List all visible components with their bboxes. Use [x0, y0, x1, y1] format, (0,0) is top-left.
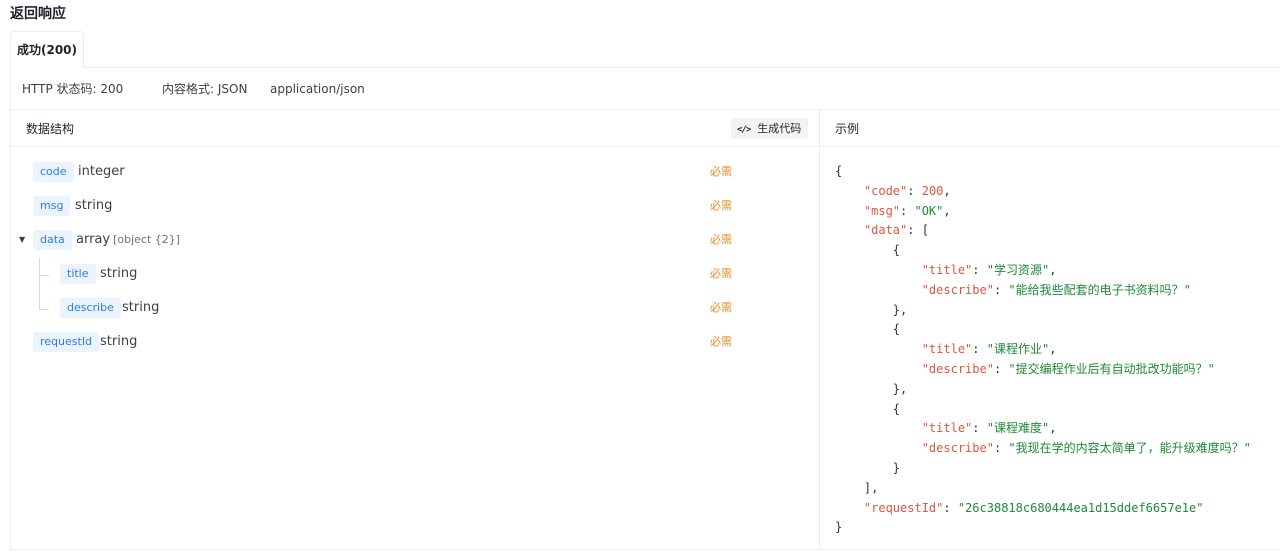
code-line: "title": "课程难度",	[921, 421, 1057, 436]
field-type-label: integer	[78, 164, 125, 179]
tree-connector	[39, 258, 40, 310]
generate-code-label: 生成代码	[757, 122, 802, 135]
tree-connector	[39, 275, 49, 276]
code-line: ],	[835, 480, 879, 495]
field-name-tag[interactable]: requestId	[33, 332, 100, 352]
code-line: {	[835, 322, 901, 337]
field-name-tag[interactable]: describe	[60, 298, 121, 318]
mime-type: application/json	[270, 82, 365, 96]
example-title: 示例	[835, 122, 860, 136]
field-name-tag[interactable]: msg	[33, 196, 71, 216]
code-line: },	[835, 302, 908, 317]
field-type: string	[100, 332, 137, 352]
field-name-tag[interactable]: data	[33, 230, 72, 250]
data-structure-title: 数据结构	[26, 122, 75, 136]
example-header: 示例	[821, 110, 1280, 147]
required-badge: 必需	[710, 335, 732, 348]
field-type-label: string	[100, 334, 138, 349]
code-line: "requestId": "26c38818c680444ea1d15ddef6…	[863, 500, 1204, 515]
response-meta: HTTP 状态码: 200 内容格式: JSON application/jso…	[11, 68, 1280, 110]
code-icon: </>	[737, 125, 751, 135]
required-badge: 必需	[710, 233, 732, 246]
generate-code-button[interactable]: </> 生成代码	[731, 118, 809, 139]
example-pane: 示例 { "code": 200, "msg": "OK", "data": […	[821, 110, 1280, 549]
field-type-detail: [object {2}]	[113, 233, 181, 246]
data-structure-pane: 数据结构 </> 生成代码 code integer 必需 msg string …	[11, 110, 820, 549]
code-line: {	[835, 401, 901, 416]
response-panel: HTTP 状态码: 200 内容格式: JSON application/jso…	[10, 68, 1280, 550]
code-line: "data": [	[863, 223, 929, 238]
collapse-toggle-icon[interactable]: ▼	[19, 230, 25, 250]
field-type-label: array	[76, 232, 111, 247]
tree-connector	[39, 309, 49, 310]
field-row-requestid: requestId string 必需	[11, 324, 819, 358]
field-name-tag[interactable]: code	[33, 162, 74, 182]
field-type: integer	[78, 162, 125, 182]
tab-success-200[interactable]: 成功(200)	[10, 31, 85, 68]
data-structure-header: 数据结构 </> 生成代码	[11, 110, 819, 147]
field-row-describe: describe string 必需	[11, 290, 819, 324]
field-type: string	[75, 196, 112, 216]
field-row-msg: msg string 必需	[11, 188, 819, 222]
required-badge: 必需	[710, 301, 732, 314]
response-tab-bar: 成功(200)	[10, 31, 1280, 68]
code-line: }	[835, 520, 843, 535]
code-line: {	[835, 243, 901, 258]
field-type-label: string	[100, 266, 138, 281]
field-type: string	[100, 264, 137, 284]
section-title: 返回响应	[10, 6, 66, 22]
code-line: "title": "课程作业",	[921, 342, 1057, 357]
field-type: string	[122, 298, 159, 318]
code-line: "title": "学习资源",	[921, 262, 1057, 277]
code-line: "msg": "OK",	[863, 203, 951, 218]
code-line: },	[835, 381, 908, 396]
code-line: }	[835, 460, 901, 475]
field-type-label: string	[75, 198, 113, 213]
code-line: "describe": "我现在学的内容太简单了，能升级难度吗？"	[921, 441, 1251, 456]
code-line: "describe": "能给我些配套的电子书资料吗？"	[921, 282, 1191, 297]
code-line: {	[835, 164, 843, 178]
field-row-code: code integer 必需	[11, 154, 819, 188]
code-line: "code": 200,	[863, 183, 951, 198]
code-line: "describe": "提交编程作业后有自动批改功能吗？"	[921, 361, 1215, 376]
required-badge: 必需	[710, 267, 732, 280]
field-type: array [object {2}]	[76, 230, 180, 250]
content-format: 内容格式: JSON	[162, 82, 248, 96]
field-name-tag[interactable]: title	[60, 264, 96, 284]
example-json-code: { "code": 200, "msg": "OK", "data": [ { …	[835, 162, 1251, 538]
http-status-code: HTTP 状态码: 200	[22, 82, 124, 96]
required-badge: 必需	[710, 199, 732, 212]
required-badge: 必需	[710, 165, 732, 178]
field-row-data: ▼ data array [object {2}] 必需	[11, 222, 819, 256]
field-row-title: title string 必需	[11, 256, 819, 290]
field-type-label: string	[122, 300, 160, 315]
